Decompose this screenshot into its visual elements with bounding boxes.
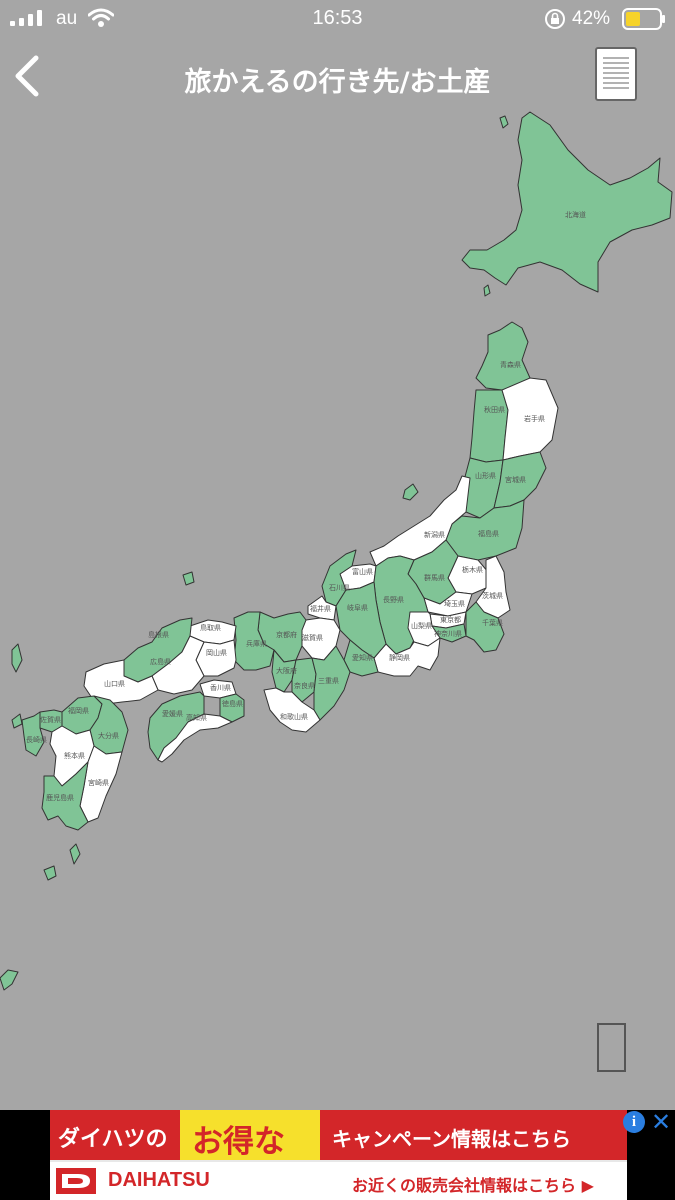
label-chiba: 千葉県 xyxy=(482,618,503,627)
label-aomori: 青森県 xyxy=(500,360,521,369)
label-toyama: 富山県 xyxy=(352,567,373,576)
daihatsu-logo-icon xyxy=(56,1168,96,1194)
label-kochi: 高知県 xyxy=(186,713,207,722)
ad-info-icon[interactable]: i xyxy=(623,1111,645,1133)
label-yamaguchi: 山口県 xyxy=(104,679,125,688)
label-miyazaki: 宮崎県 xyxy=(88,778,109,787)
label-akita: 秋田県 xyxy=(484,405,505,414)
label-fukui: 福井県 xyxy=(310,604,331,613)
label-kumamoto: 熊本県 xyxy=(64,751,85,760)
label-mie: 三重県 xyxy=(318,677,339,685)
ad-headline-3: キャンペーン情報はこちら xyxy=(332,1127,571,1151)
label-yamagata: 山形県 xyxy=(475,471,496,480)
label-tokushima: 徳島県 xyxy=(222,699,243,708)
pref-aomori[interactable] xyxy=(475,321,531,391)
label-tottori: 鳥取県 xyxy=(200,623,221,632)
label-oita: 大分県 xyxy=(98,731,119,740)
label-hiroshima: 広島県 xyxy=(150,657,171,666)
ad-cta-link[interactable]: お近くの販売会社情報はこちら ▶ xyxy=(352,1172,594,1196)
label-nara: 奈良県 xyxy=(294,681,315,690)
island-goto xyxy=(11,713,23,729)
island-yakushima xyxy=(43,865,57,881)
page-title: 旅かえるの行き先/お土産 xyxy=(184,67,491,98)
ad-close-icon[interactable]: ✕ xyxy=(648,1110,674,1134)
label-iwate: 岩手県 xyxy=(524,414,545,423)
label-tokyo: 東京都 xyxy=(440,615,461,624)
label-hokkaido: 北海道 xyxy=(565,210,586,219)
label-miyagi: 宮城県 xyxy=(505,475,526,484)
battery-icon xyxy=(622,8,665,30)
island-tanegashima xyxy=(69,843,81,865)
label-ishikawa: 石川県 xyxy=(329,584,350,592)
ad-headline-bar: ダイハツの お得な キャンペーン情報はこちら xyxy=(50,1110,627,1160)
label-gunma: 群馬県 xyxy=(424,573,445,582)
japan-map: 北海道 青森県 秋田県 岩手県 山形県 宮城県 新潟県 福島県 富山県 石川県 … xyxy=(0,111,673,991)
list-icon[interactable] xyxy=(594,46,638,102)
label-kanagawa: 神奈川県 xyxy=(434,629,462,638)
label-shiga: 滋賀県 xyxy=(302,633,323,642)
pref-hokkaido[interactable] xyxy=(461,111,673,293)
label-kagoshima: 鹿児島県 xyxy=(46,793,74,802)
label-ehime: 愛媛県 xyxy=(162,709,183,718)
label-ibaraki: 茨城県 xyxy=(482,591,503,600)
ad-content[interactable]: ダイハツの お得な キャンペーン情報はこちら DAIHATSU お近くの販売会社… xyxy=(50,1110,671,1200)
label-hyogo: 兵庫県 xyxy=(246,639,267,648)
label-okayama: 岡山県 xyxy=(206,648,227,657)
island-tsushima xyxy=(11,643,23,673)
ad-cta-bar[interactable]: DAIHATSU お近くの販売会社情報はこちら ▶ xyxy=(50,1162,627,1200)
battery-percent: 42% xyxy=(572,8,611,29)
island-rishiri xyxy=(499,115,509,129)
label-fukuoka: 福岡県 xyxy=(68,706,89,715)
ad-headline-2: お得な xyxy=(192,1124,285,1160)
label-shimane: 島根県 xyxy=(148,630,169,639)
label-kyoto: 京都府 xyxy=(276,630,297,639)
label-aichi: 愛知県 xyxy=(352,653,373,662)
label-nagano: 長野県 xyxy=(383,596,404,604)
label-saga: 佐賀県 xyxy=(40,715,61,724)
label-fukushima: 福島県 xyxy=(478,529,499,538)
label-yamanashi: 山梨県 xyxy=(411,621,432,630)
ad-highlight-box: お得な xyxy=(180,1110,320,1160)
label-tochigi: 栃木県 xyxy=(462,565,483,574)
rectangle-icon[interactable] xyxy=(596,1022,628,1074)
label-osaka: 大阪府 xyxy=(276,666,297,675)
ad-headline-1: ダイハツの xyxy=(58,1127,168,1152)
label-saitama: 埼玉県 xyxy=(444,599,465,608)
label-kagawa: 香川県 xyxy=(210,683,231,692)
island-sado xyxy=(402,483,419,501)
island-amami xyxy=(0,969,19,991)
status-bar: au 16:53 42% xyxy=(0,0,675,38)
label-niigata: 新潟県 xyxy=(424,530,445,539)
island-okushiri xyxy=(483,284,491,297)
ad-banner[interactable]: ダイハツの お得な キャンペーン情報はこちら DAIHATSU お近くの販売会社… xyxy=(0,1110,675,1200)
label-nagasaki: 長崎県 xyxy=(26,735,47,744)
island-oki xyxy=(182,571,195,586)
label-gifu: 岐阜県 xyxy=(347,603,368,612)
pref-akita[interactable] xyxy=(469,389,509,463)
ad-brand: DAIHATSU xyxy=(108,1169,210,1191)
rotation-lock-icon xyxy=(545,9,565,29)
label-wakayama: 和歌山県 xyxy=(280,712,308,721)
label-shizuoka: 静岡県 xyxy=(389,653,410,662)
